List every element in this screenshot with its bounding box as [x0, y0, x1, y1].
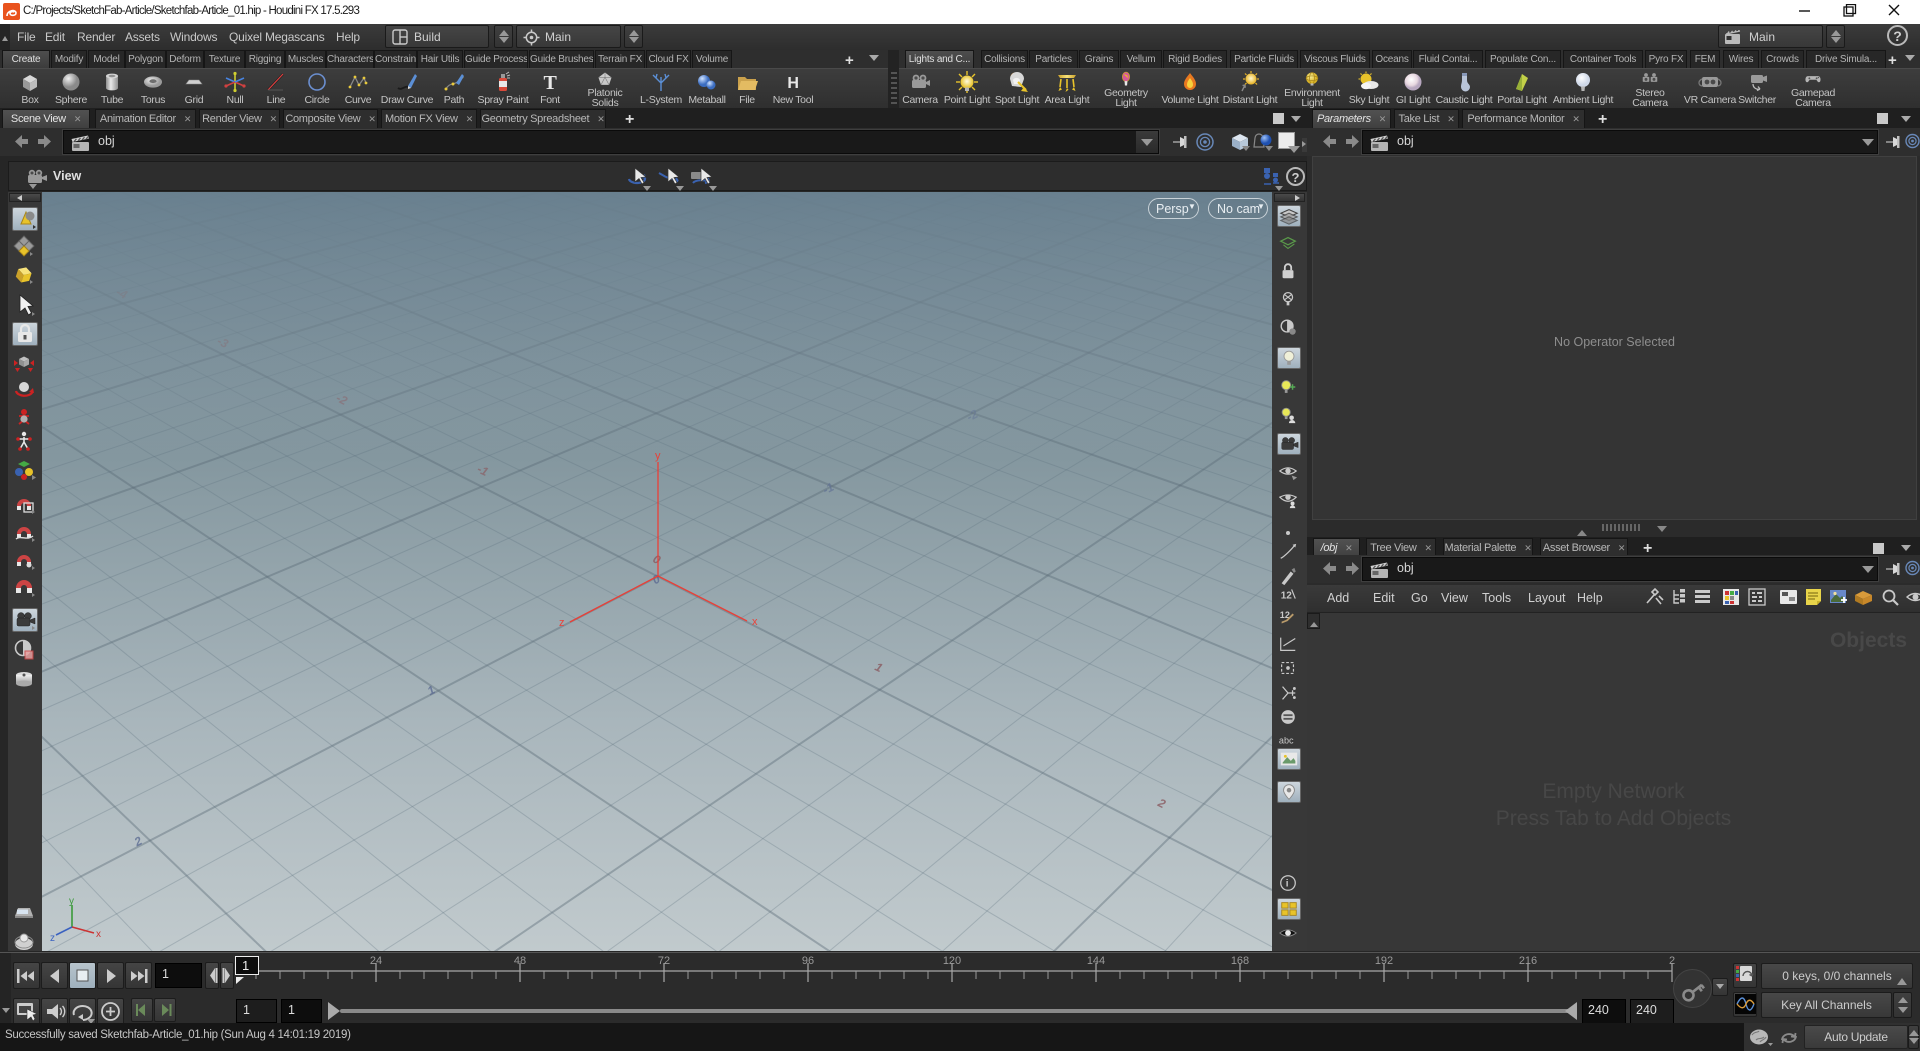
svg-text:z: z: [559, 617, 565, 629]
svg-text:144: 144: [1087, 955, 1105, 967]
svg-text:168: 168: [1231, 955, 1249, 967]
svg-text:72: 72: [658, 955, 670, 967]
svg-text:H: H: [787, 75, 798, 92]
svg-text:216: 216: [1519, 955, 1537, 967]
svg-text:48: 48: [514, 955, 526, 967]
svg-text:z: z: [50, 933, 55, 944]
svg-text:12: 12: [1281, 591, 1293, 602]
svg-text:abc: abc: [1279, 736, 1294, 746]
svg-text:y: y: [69, 897, 74, 907]
svg-text:y: y: [655, 450, 661, 462]
svg-text:x: x: [96, 929, 101, 940]
svg-text:i: i: [1286, 879, 1289, 890]
svg-text:x: x: [752, 616, 758, 628]
svg-text:24: 24: [370, 955, 382, 967]
svg-text:T: T: [543, 72, 557, 93]
svg-text:96: 96: [802, 955, 814, 967]
svg-text:120: 120: [943, 955, 961, 967]
svg-text:2: 2: [1669, 955, 1675, 967]
svg-text:192: 192: [1375, 955, 1393, 967]
